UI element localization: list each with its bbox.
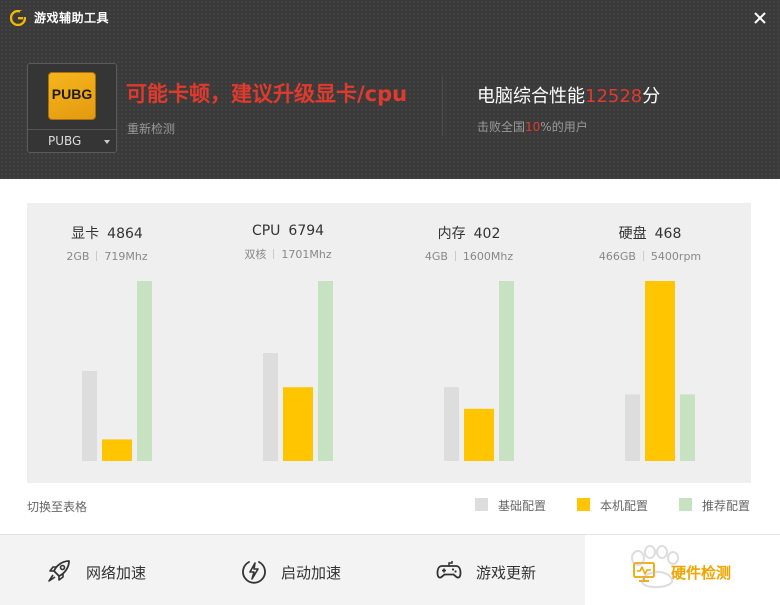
legend-swatch — [475, 498, 488, 511]
lightning-icon — [242, 561, 266, 584]
app-title: 游戏辅助工具 — [34, 11, 110, 25]
beat-percentage: 击败全国10%的用户 — [477, 118, 588, 135]
hardware-icon — [633, 562, 655, 582]
rocket-icon — [48, 560, 70, 582]
bar-recommended-1 — [137, 281, 152, 461]
game-dropdown[interactable]: PUBG — [28, 129, 116, 152]
beat-suffix: %的用户 — [540, 120, 588, 134]
nav-launch-boost[interactable]: 启动加速 — [195, 535, 390, 605]
switch-to-table-link[interactable]: 切换至表格 — [27, 498, 87, 515]
nav-label: 游戏更新 — [476, 564, 537, 582]
nav-label: 网络加速 — [86, 564, 147, 582]
bar-local-4 — [645, 281, 675, 461]
status-headline: 可能卡顿，建议升级显卡/cpu — [126, 82, 408, 106]
bar-base-1 — [82, 371, 97, 461]
legend-label: 本机配置 — [600, 499, 649, 513]
header-panel: 游戏辅助工具 PUBG PUBG 可能卡顿，建议升级显卡/cpu 重新检测 电脑… — [0, 0, 780, 179]
header-divider — [442, 76, 443, 136]
legend-swatch — [577, 498, 590, 511]
close-icon[interactable] — [750, 8, 770, 28]
bar-local-1 — [102, 439, 132, 461]
game-name: PUBG — [48, 134, 82, 148]
performance-score: 电脑综合性能12528分 — [477, 82, 660, 108]
pubg-logo-text: PUBG — [51, 86, 93, 102]
hardware-chart: 显卡 4864 2GB 719Mhz CPU 6794 双核 1701Mhz 内存 402… — [27, 203, 751, 483]
bar-recommended-2 — [318, 281, 333, 461]
legend-swatch — [679, 498, 692, 511]
gamepad-icon — [436, 561, 462, 579]
beat-value: 10 — [525, 120, 541, 134]
score-suffix: 分 — [642, 86, 661, 107]
nav-label: 启动加速 — [281, 564, 342, 582]
bottom-nav: 网络加速 启动加速 游戏更新 硬件检测 — [0, 534, 780, 605]
g-logo-icon — [10, 10, 26, 26]
score-value: 12528 — [585, 86, 643, 107]
bar-local-3 — [464, 408, 494, 461]
bar-local-2 — [283, 387, 313, 461]
nav-label: 硬件检测 — [671, 564, 732, 582]
recheck-button[interactable]: 重新检测 — [127, 120, 175, 137]
nav-game-update[interactable]: 游戏更新 — [390, 535, 585, 605]
chevron-down-icon — [104, 140, 110, 144]
beat-prefix: 击败全国 — [477, 120, 526, 134]
nav-hardware-check[interactable]: 硬件检测 — [585, 535, 780, 605]
legend-label: 基础配置 — [498, 499, 547, 513]
bar-base-3 — [444, 387, 459, 461]
game-selector[interactable]: PUBG PUBG — [27, 63, 117, 153]
score-prefix: 电脑综合性能 — [477, 86, 585, 107]
nav-network-boost[interactable]: 网络加速 — [0, 535, 195, 605]
legend-label: 推荐配置 — [702, 499, 751, 513]
pubg-logo: PUBG — [48, 72, 96, 120]
bar-base-2 — [263, 353, 278, 461]
bar-recommended-4 — [680, 394, 695, 461]
bar-base-4 — [625, 394, 640, 461]
bars-plot — [82, 281, 695, 461]
bar-recommended-3 — [499, 281, 514, 461]
